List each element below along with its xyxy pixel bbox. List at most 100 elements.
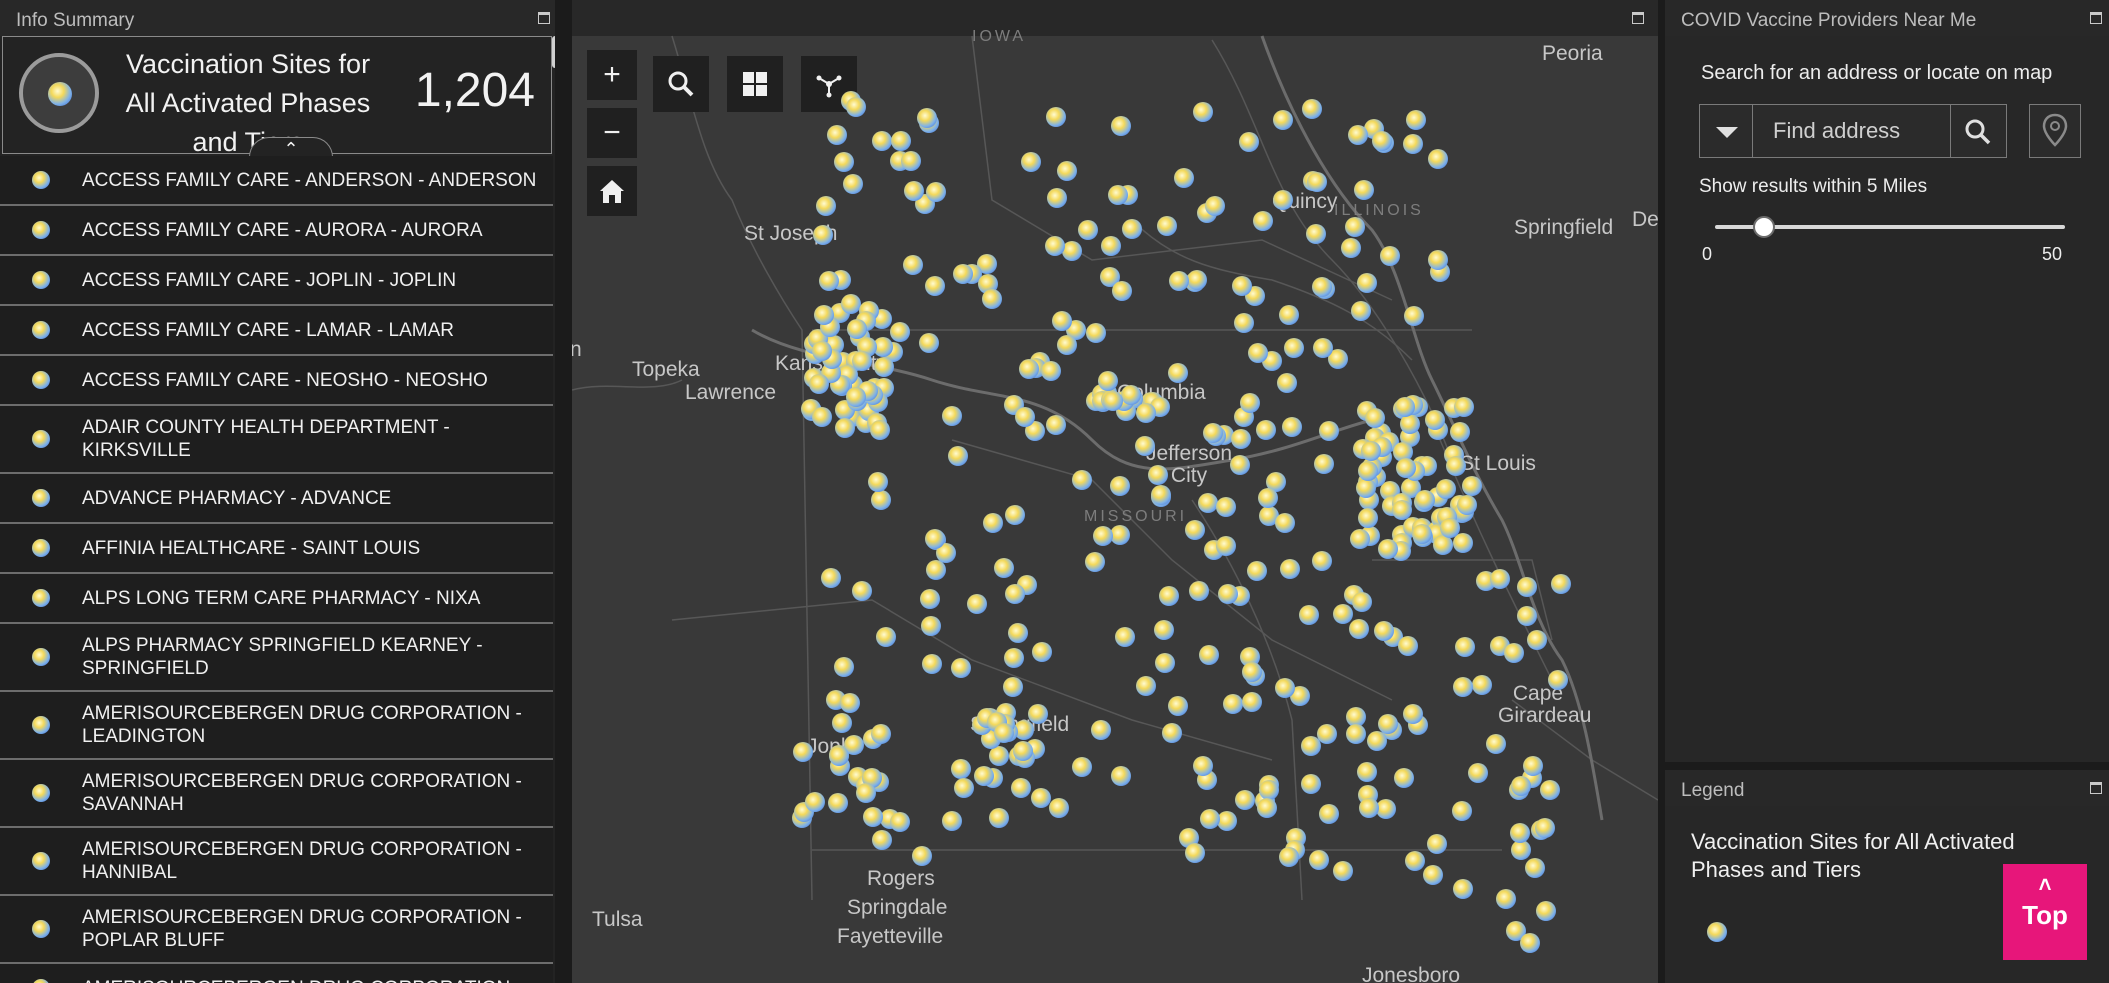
site-marker[interactable] — [1452, 801, 1472, 821]
site-marker[interactable] — [814, 305, 834, 325]
site-marker[interactable] — [925, 276, 945, 296]
site-marker[interactable] — [1367, 731, 1387, 751]
site-marker[interactable] — [1013, 741, 1033, 761]
site-marker[interactable] — [1217, 811, 1237, 831]
site-marker[interactable] — [868, 472, 888, 492]
site-marker[interactable] — [834, 657, 854, 677]
site-marker[interactable] — [1257, 798, 1277, 818]
site-marker[interactable] — [1536, 901, 1556, 921]
site-marker[interactable] — [1122, 219, 1142, 239]
site-marker[interactable] — [994, 558, 1014, 578]
site-marker[interactable] — [1374, 621, 1394, 641]
site-marker[interactable] — [1510, 823, 1530, 843]
site-marker[interactable] — [1472, 675, 1492, 695]
site-marker[interactable] — [1527, 630, 1547, 650]
site-marker[interactable] — [1453, 879, 1473, 899]
site-marker[interactable] — [1028, 704, 1048, 724]
site-marker[interactable] — [1032, 642, 1052, 662]
site-marker[interactable] — [1313, 338, 1333, 358]
site-marker[interactable] — [1086, 323, 1106, 343]
site-marker[interactable] — [1005, 584, 1025, 604]
site-marker[interactable] — [1230, 455, 1250, 475]
site-marker[interactable] — [948, 446, 968, 466]
site-marker[interactable] — [1511, 840, 1531, 860]
zoom-out-button[interactable]: − — [587, 108, 637, 158]
site-marker[interactable] — [1235, 790, 1255, 810]
site-marker[interactable] — [1253, 211, 1273, 231]
list-item[interactable]: ACCESS FAMILY CARE - JOPLIN - JOPLIN — [0, 256, 553, 306]
site-marker[interactable] — [1154, 620, 1174, 640]
site-marker[interactable] — [1273, 190, 1293, 210]
site-marker[interactable] — [841, 294, 861, 314]
site-marker[interactable] — [829, 746, 849, 766]
site-marker[interactable] — [852, 351, 872, 371]
site-marker[interactable] — [1078, 220, 1098, 240]
site-marker[interactable] — [1247, 561, 1267, 581]
site-marker[interactable] — [1511, 776, 1531, 796]
site-marker[interactable] — [1218, 584, 1238, 604]
site-marker[interactable] — [890, 322, 910, 342]
site-marker[interactable] — [1412, 524, 1432, 544]
site-marker[interactable] — [1517, 606, 1537, 626]
site-marker[interactable] — [994, 723, 1014, 743]
site-marker[interactable] — [1062, 241, 1082, 261]
site-marker[interactable] — [871, 724, 891, 744]
site-marker[interactable] — [1256, 420, 1276, 440]
site-marker[interactable] — [1301, 774, 1321, 794]
site-marker[interactable] — [1372, 131, 1392, 151]
site-marker[interactable] — [1136, 676, 1156, 696]
site-marker[interactable] — [1198, 493, 1218, 513]
site-marker[interactable] — [1540, 780, 1560, 800]
site-marker[interactable] — [1392, 500, 1412, 520]
list-item[interactable]: ACCESS FAMILY CARE - AURORA - AURORA — [0, 206, 553, 256]
site-marker[interactable] — [982, 289, 1002, 309]
site-marker[interactable] — [1345, 217, 1365, 237]
site-marker[interactable] — [1273, 110, 1293, 130]
site-marker[interactable] — [926, 560, 946, 580]
maximize-icon[interactable] — [2090, 782, 2102, 794]
site-marker[interactable] — [1112, 281, 1132, 301]
locate-button[interactable] — [2029, 104, 2081, 158]
site-marker[interactable] — [1234, 313, 1254, 333]
site-marker[interactable] — [919, 333, 939, 353]
site-marker[interactable] — [1400, 414, 1420, 434]
site-marker[interactable] — [1115, 627, 1135, 647]
site-marker[interactable] — [1121, 385, 1141, 405]
site-marker[interactable] — [1398, 636, 1418, 656]
site-marker[interactable] — [1359, 798, 1379, 818]
site-marker[interactable] — [812, 341, 832, 361]
site-marker[interactable] — [1354, 180, 1374, 200]
site-marker[interactable] — [1319, 804, 1339, 824]
site-marker[interactable] — [1280, 559, 1300, 579]
site-marker[interactable] — [1517, 577, 1537, 597]
site-marker[interactable] — [974, 766, 994, 786]
site-marker[interactable] — [1299, 605, 1319, 625]
site-marker[interactable] — [809, 374, 829, 394]
site-marker[interactable] — [1365, 408, 1385, 428]
site-marker[interactable] — [1405, 851, 1425, 871]
site-marker[interactable] — [1057, 161, 1077, 181]
site-marker[interactable] — [1091, 720, 1111, 740]
list-item[interactable]: ACCESS FAMILY CARE - ANDERSON - ANDERSON — [0, 156, 553, 206]
site-marker[interactable] — [951, 759, 971, 779]
collapse-button[interactable]: ⌃ — [249, 137, 333, 159]
site-marker[interactable] — [793, 742, 813, 762]
site-marker[interactable] — [1312, 277, 1332, 297]
site-marker[interactable] — [1440, 518, 1460, 538]
site-marker[interactable] — [1312, 551, 1332, 571]
site-marker[interactable] — [1486, 734, 1506, 754]
site-marker[interactable] — [1520, 933, 1540, 953]
site-marker[interactable] — [1242, 662, 1262, 682]
site-marker[interactable] — [856, 783, 876, 803]
site-marker[interactable] — [1376, 799, 1396, 819]
site-marker[interactable] — [1455, 637, 1475, 657]
site-marker[interactable] — [1110, 525, 1130, 545]
site-marker[interactable] — [1523, 756, 1543, 776]
site-marker[interactable] — [1239, 132, 1259, 152]
site-marker[interactable] — [821, 568, 841, 588]
site-marker[interactable] — [1248, 343, 1268, 363]
site-marker[interactable] — [1454, 397, 1474, 417]
site-marker[interactable] — [1193, 756, 1213, 776]
site-marker[interactable] — [1162, 723, 1182, 743]
site-marker[interactable] — [926, 182, 946, 202]
